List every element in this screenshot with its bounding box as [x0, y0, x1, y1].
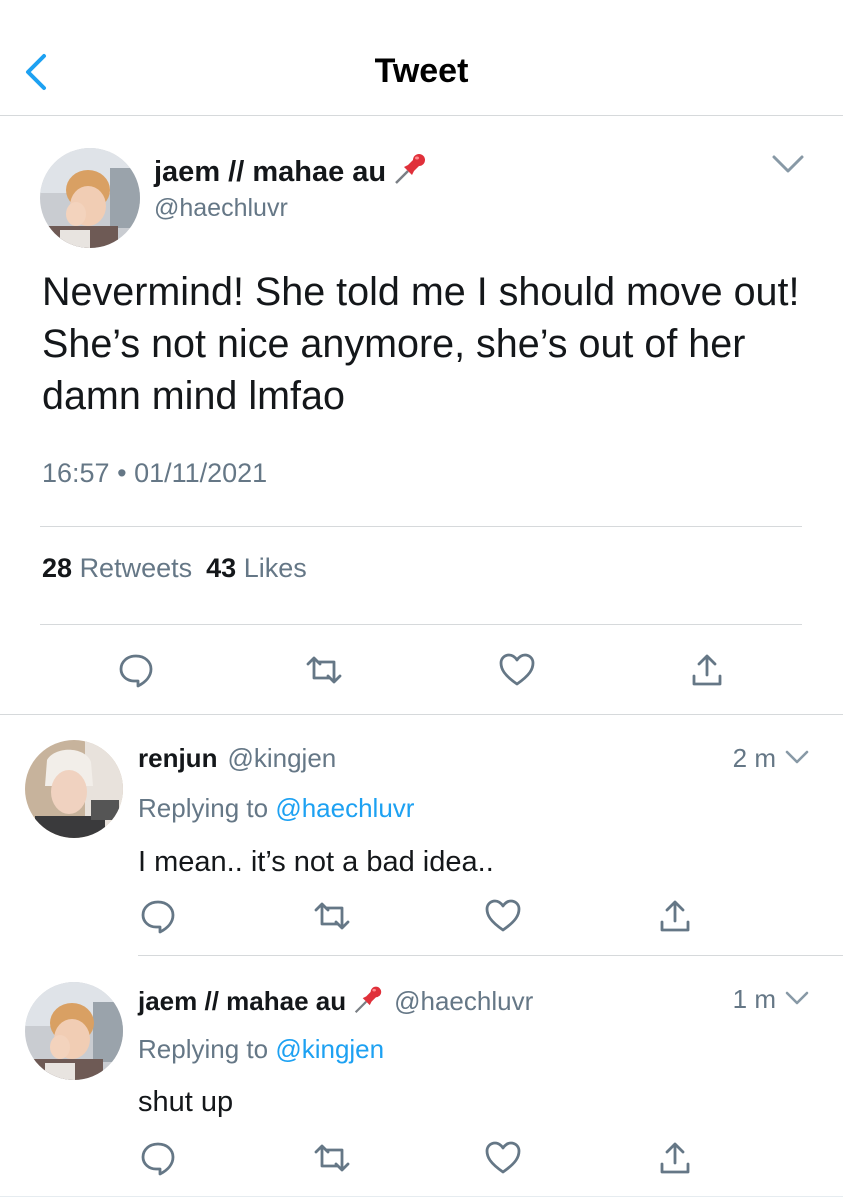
- like-icon[interactable]: [498, 652, 536, 693]
- mention-link[interactable]: @haechluvr: [275, 793, 414, 823]
- reply-text: I mean.. it’s not a bad idea..: [138, 846, 494, 878]
- reply-handle: @haechluvr: [394, 986, 534, 1016]
- chevron-down-icon[interactable]: [770, 152, 806, 176]
- reply-handle: @kingjen: [227, 743, 337, 773]
- replying-to: Replying to @kingjen: [138, 1034, 385, 1064]
- mention-link[interactable]: @kingjen: [275, 1034, 384, 1064]
- pushpin-icon: [392, 151, 428, 193]
- chevron-down-icon[interactable]: [784, 749, 810, 767]
- share-icon[interactable]: [658, 898, 692, 939]
- tweet-timestamp: 16:57 • 01/11/2021: [42, 458, 268, 488]
- share-icon[interactable]: [690, 652, 724, 693]
- like-icon[interactable]: [484, 1140, 522, 1181]
- reply-time: 1 m: [732, 984, 776, 1014]
- tweet-stats: 28 Retweets 43 Likes: [42, 553, 307, 584]
- author-handle[interactable]: @haechluvr: [154, 194, 288, 223]
- divider: [0, 1196, 843, 1197]
- reply-author[interactable]: renjun @kingjen: [138, 743, 336, 774]
- divider: [138, 955, 843, 956]
- tweet-text: Nevermind! She told me I should move out…: [42, 270, 800, 418]
- divider: [40, 624, 802, 625]
- reply-icon[interactable]: [140, 898, 176, 939]
- page-title: Tweet: [374, 52, 469, 90]
- avatar[interactable]: [25, 740, 123, 838]
- retweet-icon[interactable]: [304, 652, 344, 693]
- retweets-stat[interactable]: 28 Retweets: [42, 553, 192, 583]
- reply-author[interactable]: jaem // mahae au @haechluvr: [138, 984, 533, 1021]
- share-icon[interactable]: [658, 1140, 692, 1181]
- nav-header: Tweet: [0, 0, 843, 116]
- author-name[interactable]: jaem // mahae au: [154, 151, 428, 193]
- divider: [40, 526, 802, 527]
- like-icon[interactable]: [484, 898, 522, 939]
- reply-text: shut up: [138, 1086, 234, 1118]
- pushpin-icon: [352, 984, 384, 1021]
- avatar[interactable]: [40, 148, 140, 248]
- section-divider: [0, 714, 843, 715]
- reply-icon[interactable]: [118, 652, 154, 693]
- replying-to: Replying to @haechluvr: [138, 793, 415, 823]
- chevron-down-icon[interactable]: [784, 990, 810, 1008]
- retweet-icon[interactable]: [312, 898, 352, 939]
- reply-icon[interactable]: [140, 1140, 176, 1181]
- likes-stat[interactable]: 43 Likes: [206, 553, 307, 583]
- retweet-icon[interactable]: [312, 1140, 352, 1181]
- avatar[interactable]: [25, 982, 123, 1080]
- reply-time: 2 m: [732, 743, 776, 773]
